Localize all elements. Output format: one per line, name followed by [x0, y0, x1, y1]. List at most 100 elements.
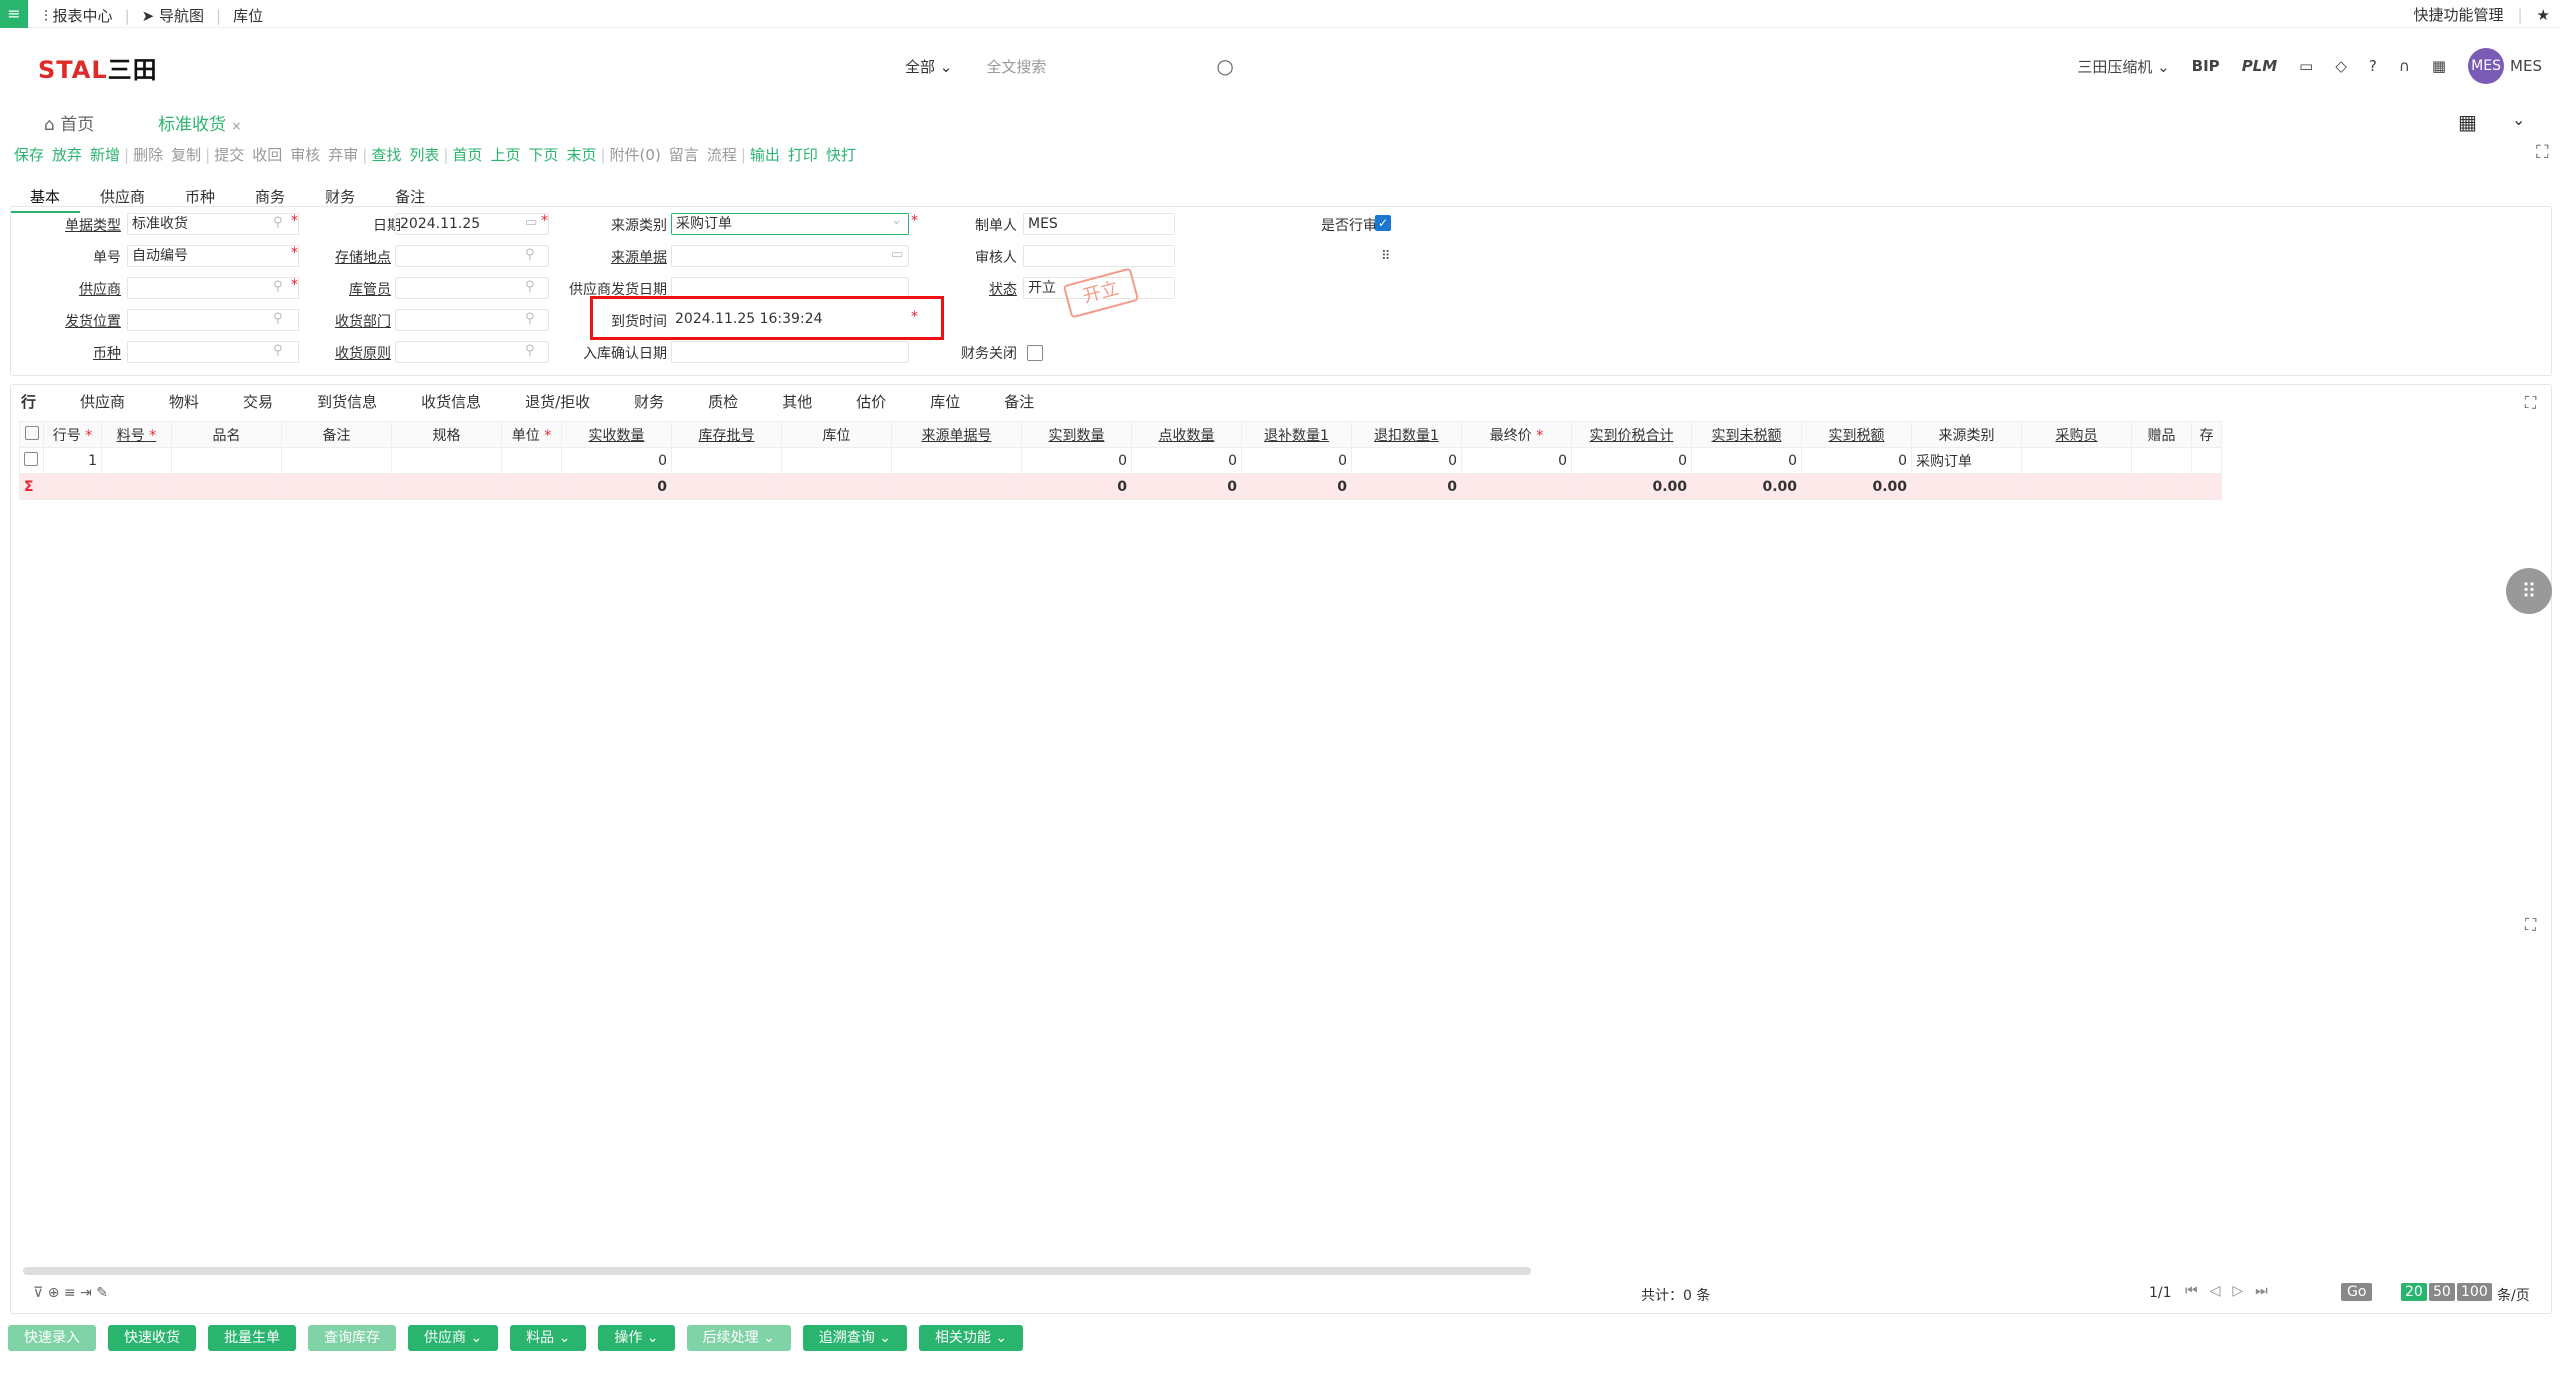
- tab-grid-6[interactable]: 退货/拒收: [525, 391, 590, 412]
- table-cell[interactable]: 0: [1691, 447, 1802, 474]
- column-header[interactable]: 库存批号: [671, 421, 782, 448]
- avatar[interactable]: MES: [2468, 48, 2505, 84]
- column-header[interactable]: 退补数量1: [1241, 421, 1352, 448]
- table-cell[interactable]: 0: [561, 447, 672, 474]
- bip-link[interactable]: BIP: [2192, 57, 2220, 75]
- page-size-100[interactable]: 100: [2457, 1283, 2492, 1301]
- quick-function-link[interactable]: 快捷功能管理: [2413, 4, 2503, 25]
- search-icon[interactable]: ○: [1216, 54, 1233, 78]
- learn-icon[interactable]: ◇: [2335, 57, 2347, 75]
- toolbar-button[interactable]: 新增: [86, 144, 124, 165]
- column-header[interactable]: 实收数量: [561, 421, 672, 448]
- action-button-8[interactable]: 追溯查询 ⌄: [802, 1325, 907, 1351]
- tab-grid-5[interactable]: 收货信息: [421, 391, 481, 412]
- line-audit-checkbox[interactable]: ✓: [1375, 215, 1391, 231]
- toolbar-button[interactable]: 列表: [405, 144, 443, 165]
- table-cell[interactable]: [891, 447, 1022, 474]
- source-doc-field[interactable]: [671, 245, 909, 267]
- toolbar-button[interactable]: 留言: [665, 144, 703, 165]
- action-button-0[interactable]: 快速录入: [8, 1325, 96, 1351]
- table-cell[interactable]: [501, 447, 562, 474]
- toolbar-button[interactable]: 审核: [286, 144, 324, 165]
- toolbar-button[interactable]: 下页: [524, 144, 562, 165]
- menu-icon[interactable]: ≡: [0, 0, 28, 28]
- table-cell[interactable]: 0: [1571, 447, 1692, 474]
- table-cell[interactable]: 0: [1351, 447, 1462, 474]
- column-header[interactable]: 单位 *: [501, 421, 562, 448]
- table-cell[interactable]: 1: [43, 447, 102, 474]
- toolbar-button[interactable]: 复制: [167, 144, 205, 165]
- grid-icon[interactable]: ▦: [2458, 110, 2477, 134]
- column-header[interactable]: 来源单据号: [891, 421, 1022, 448]
- tab-grid-3[interactable]: 交易: [243, 391, 273, 412]
- filter-icon[interactable]: ⊽ ⊕ ≡ ⇥ ✎: [33, 1285, 108, 1301]
- search-icon[interactable]: ⚲: [525, 311, 535, 326]
- page-size-20[interactable]: 20: [2401, 1283, 2427, 1301]
- horizontal-scrollbar[interactable]: [23, 1267, 1531, 1275]
- go-button[interactable]: Go: [2341, 1283, 2373, 1301]
- settings-icon[interactable]: ⠿: [1381, 249, 1391, 264]
- star-icon[interactable]: ★: [2537, 6, 2550, 24]
- table-cell[interactable]: 0: [1021, 447, 1132, 474]
- action-button-3[interactable]: 查询库存: [308, 1325, 396, 1351]
- apps-icon[interactable]: ⠿: [2506, 568, 2552, 614]
- table-cell[interactable]: [391, 447, 502, 474]
- column-header[interactable]: 品名: [171, 421, 282, 448]
- fullscreen-icon[interactable]: ⛶: [2536, 142, 2549, 163]
- action-button-9[interactable]: 相关功能 ⌄: [918, 1325, 1024, 1351]
- collapse-icon[interactable]: ⛶: [2525, 915, 2536, 935]
- row-checkbox[interactable]: [19, 447, 44, 474]
- search-icon[interactable]: ⚲: [525, 279, 535, 294]
- search-icon[interactable]: ⚲: [273, 311, 283, 326]
- action-button-4[interactable]: 供应商 ⌄: [408, 1325, 499, 1351]
- toolbar-button[interactable]: 弃审: [324, 144, 362, 165]
- column-header[interactable]: 存: [2191, 421, 2222, 448]
- search-icon[interactable]: ⚲: [273, 279, 283, 294]
- table-cell[interactable]: 0: [1241, 447, 1352, 474]
- column-header[interactable]: 备注: [281, 421, 392, 448]
- search-icon[interactable]: ⚲: [273, 343, 283, 358]
- chevron-down-icon[interactable]: ⌄: [2512, 110, 2525, 129]
- column-header[interactable]: 库位: [781, 421, 892, 448]
- search-scope-select[interactable]: 全部 ⌄: [905, 56, 952, 77]
- column-header[interactable]: 实到数量: [1021, 421, 1132, 448]
- headset-icon[interactable]: ∩: [2399, 57, 2410, 75]
- toolbar-button[interactable]: 提交: [210, 144, 248, 165]
- chevron-down-icon[interactable]: ⌄: [891, 213, 902, 228]
- table-cell[interactable]: 0: [1131, 447, 1242, 474]
- tab-grid-11[interactable]: 库位: [930, 391, 960, 412]
- page-size-50[interactable]: 50: [2429, 1283, 2455, 1301]
- tab-grid-0[interactable]: 行: [21, 391, 36, 412]
- toolbar-button[interactable]: 删除: [129, 144, 167, 165]
- toolbar-button[interactable]: 保存: [10, 144, 48, 165]
- table-row[interactable]: 1 0 0 0 0 0 0 0 0 0 采购订单: [19, 447, 2222, 474]
- tab-current[interactable]: 标准收货 ×: [158, 110, 241, 135]
- select-all-checkbox[interactable]: [19, 421, 44, 448]
- toolbar-button[interactable]: 附件(0): [606, 144, 665, 165]
- column-header[interactable]: 实到价税合计: [1571, 421, 1692, 448]
- user-name[interactable]: MES: [2510, 57, 2542, 75]
- toolbar-button[interactable]: 上页: [486, 144, 524, 165]
- column-header[interactable]: 赠品: [2131, 421, 2192, 448]
- search-icon[interactable]: ⚲: [525, 247, 535, 262]
- toolbar-button[interactable]: 收回: [248, 144, 286, 165]
- search-icon[interactable]: ⚲: [273, 215, 283, 230]
- navmap-link[interactable]: 导航图: [159, 5, 204, 26]
- help-icon[interactable]: ?: [2369, 57, 2377, 75]
- table-cell[interactable]: [671, 447, 782, 474]
- action-button-5[interactable]: 料品 ⌄: [510, 1325, 587, 1351]
- column-header[interactable]: 料号 *: [101, 421, 172, 448]
- toolbar-button[interactable]: 输出: [746, 144, 784, 165]
- table-cell[interactable]: 0: [1801, 447, 1912, 474]
- tab-grid-4[interactable]: 到货信息: [317, 391, 377, 412]
- table-cell[interactable]: [101, 447, 172, 474]
- column-header[interactable]: 实到税额: [1801, 421, 1912, 448]
- tab-grid-7[interactable]: 财务: [634, 391, 664, 412]
- column-header[interactable]: 规格: [391, 421, 502, 448]
- doc-no-field[interactable]: 自动编号: [127, 245, 299, 267]
- column-header[interactable]: 点收数量: [1131, 421, 1242, 448]
- tab-grid-12[interactable]: 备注: [1004, 391, 1034, 412]
- tab-grid-10[interactable]: 估价: [856, 391, 886, 412]
- toolbar-button[interactable]: 快打: [822, 144, 860, 165]
- fin-close-checkbox[interactable]: [1027, 345, 1043, 361]
